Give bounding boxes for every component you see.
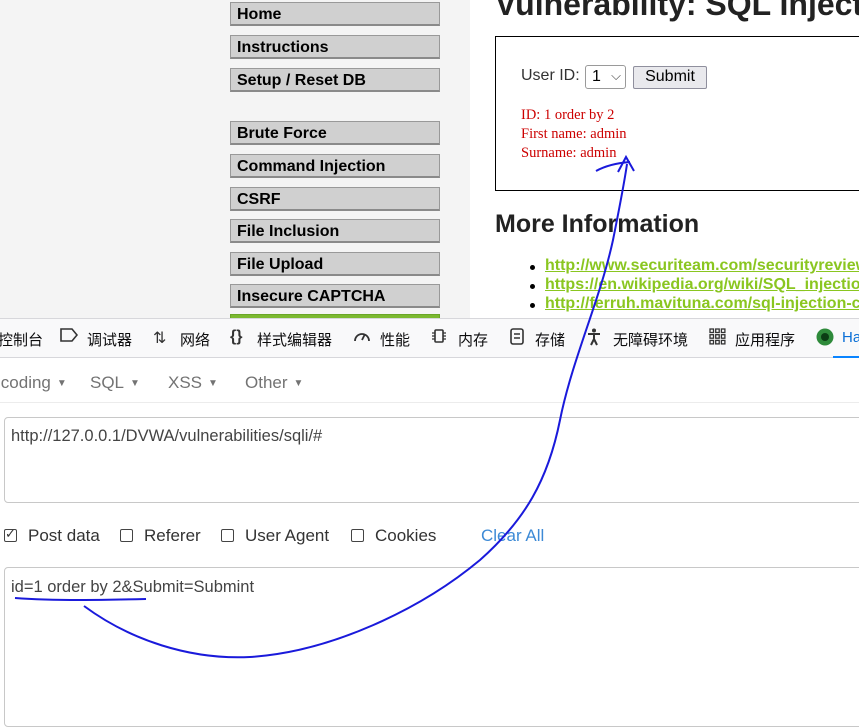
- menu-other-label: Other: [245, 373, 288, 392]
- tab-performance[interactable]: 性能: [380, 329, 410, 350]
- devtools-toolbar: 控制台 调试器 ⇅ 网络 {} 样式编辑器 性能 内存 存储 无障碍环境 应用程…: [0, 318, 859, 359]
- user-id-select[interactable]: 1 ⌵: [585, 65, 626, 89]
- dvwa-page: Home Instructions Setup / Reset DB Brute…: [0, 0, 859, 318]
- list-bullet: [530, 265, 535, 270]
- tab-console[interactable]: 控制台: [0, 329, 43, 350]
- menu-xss[interactable]: XSS ▼: [168, 373, 218, 393]
- tab-storage[interactable]: 存储: [535, 329, 565, 350]
- result-first-name-line: First name: admin: [521, 126, 627, 142]
- hackbar-icon: [816, 328, 834, 351]
- menu-item-setup-reset-db[interactable]: Setup / Reset DB: [230, 68, 440, 92]
- accessibility-icon: [586, 328, 602, 351]
- user-id-select-value: 1: [592, 68, 601, 85]
- triangle-down-icon: ▼: [130, 378, 140, 389]
- user-id-label: User ID:: [521, 67, 580, 84]
- chevron-down-icon: ⌵: [611, 68, 621, 83]
- user-agent-label: User Agent: [245, 526, 330, 545]
- referer-label: Referer: [144, 526, 201, 545]
- result-surname-line: Surname: admin: [521, 145, 617, 161]
- page-gutter: [0, 0, 212, 318]
- cookies-label: Cookies: [375, 526, 437, 545]
- storage-icon: [509, 328, 525, 350]
- menu-other[interactable]: Other ▼: [245, 373, 303, 393]
- post-data-label: Post data: [28, 526, 100, 545]
- tab-application[interactable]: 应用程序: [735, 329, 795, 350]
- menu-encoding-label: Encoding: [0, 373, 51, 392]
- tab-debugger[interactable]: 调试器: [87, 329, 132, 350]
- tab-accessibility[interactable]: 无障碍环境: [613, 329, 688, 350]
- result-id-line: ID: 1 order by 2: [521, 107, 615, 123]
- list-bullet: [530, 284, 535, 289]
- menu-xss-label: XSS: [168, 373, 203, 392]
- list-bullet: [530, 303, 535, 308]
- post-data-input[interactable]: id=1 order by 2&Submit=Submint: [4, 567, 859, 727]
- menu-item-instructions[interactable]: Instructions: [230, 35, 440, 59]
- referer-checkbox[interactable]: [120, 529, 133, 542]
- info-link-ferruh[interactable]: http://ferruh.mavituna.com/sql-injection…: [545, 295, 859, 313]
- menu-item-csrf[interactable]: CSRF: [230, 187, 440, 211]
- info-link-wikipedia[interactable]: https://en.wikipedia.org/wiki/SQL_inject…: [545, 276, 859, 294]
- info-link-securiteam[interactable]: http://www.securiteam.com/securityreview…: [545, 257, 859, 275]
- page-title: Vulnerability: SQL Injection: [495, 0, 859, 22]
- clear-all-button[interactable]: Clear All: [481, 526, 544, 546]
- triangle-down-icon: ▼: [56, 378, 67, 389]
- memory-icon: [431, 328, 447, 349]
- network-icon: ⇅: [153, 330, 167, 347]
- triangle-down-icon: ▼: [293, 378, 304, 389]
- style-editor-icon: {}: [230, 328, 243, 345]
- triangle-down-icon: ▼: [208, 378, 218, 389]
- menu-item-file-inclusion[interactable]: File Inclusion: [230, 219, 440, 243]
- menu-sql[interactable]: SQL ▼: [90, 373, 140, 393]
- tab-style-editor[interactable]: 样式编辑器: [257, 329, 332, 350]
- tab-memory[interactable]: 内存: [458, 329, 488, 350]
- debugger-icon: [60, 328, 79, 347]
- menu-item-insecure-captcha[interactable]: Insecure CAPTCHA: [230, 284, 440, 308]
- user-agent-checkbox[interactable]: [221, 529, 234, 542]
- application-icon: [709, 328, 726, 350]
- tab-hackbar[interactable]: Ha: [842, 329, 859, 346]
- cookies-checkbox[interactable]: [351, 529, 364, 542]
- submit-button[interactable]: Submit: [633, 66, 707, 89]
- menu-encoding[interactable]: Encoding ▼: [0, 373, 67, 393]
- url-input[interactable]: http://127.0.0.1/DVWA/vulnerabilities/sq…: [4, 417, 859, 503]
- menu-item-brute-force[interactable]: Brute Force: [230, 121, 440, 145]
- menu-item-file-upload[interactable]: File Upload: [230, 252, 440, 276]
- divider: [0, 402, 859, 403]
- post-data-checkbox[interactable]: [4, 526, 17, 542]
- menu-item-command-injection[interactable]: Command Injection: [230, 154, 440, 178]
- tab-network[interactable]: 网络: [180, 329, 210, 350]
- performance-icon: [353, 328, 371, 349]
- more-information-heading: More Information: [495, 210, 700, 238]
- menu-item-home[interactable]: Home: [230, 2, 440, 26]
- menu-sql-label: SQL: [90, 373, 125, 392]
- hackbar-panel: Encoding ▼ SQL ▼ XSS ▼ Other ▼ http://127.0.…: [0, 358, 859, 727]
